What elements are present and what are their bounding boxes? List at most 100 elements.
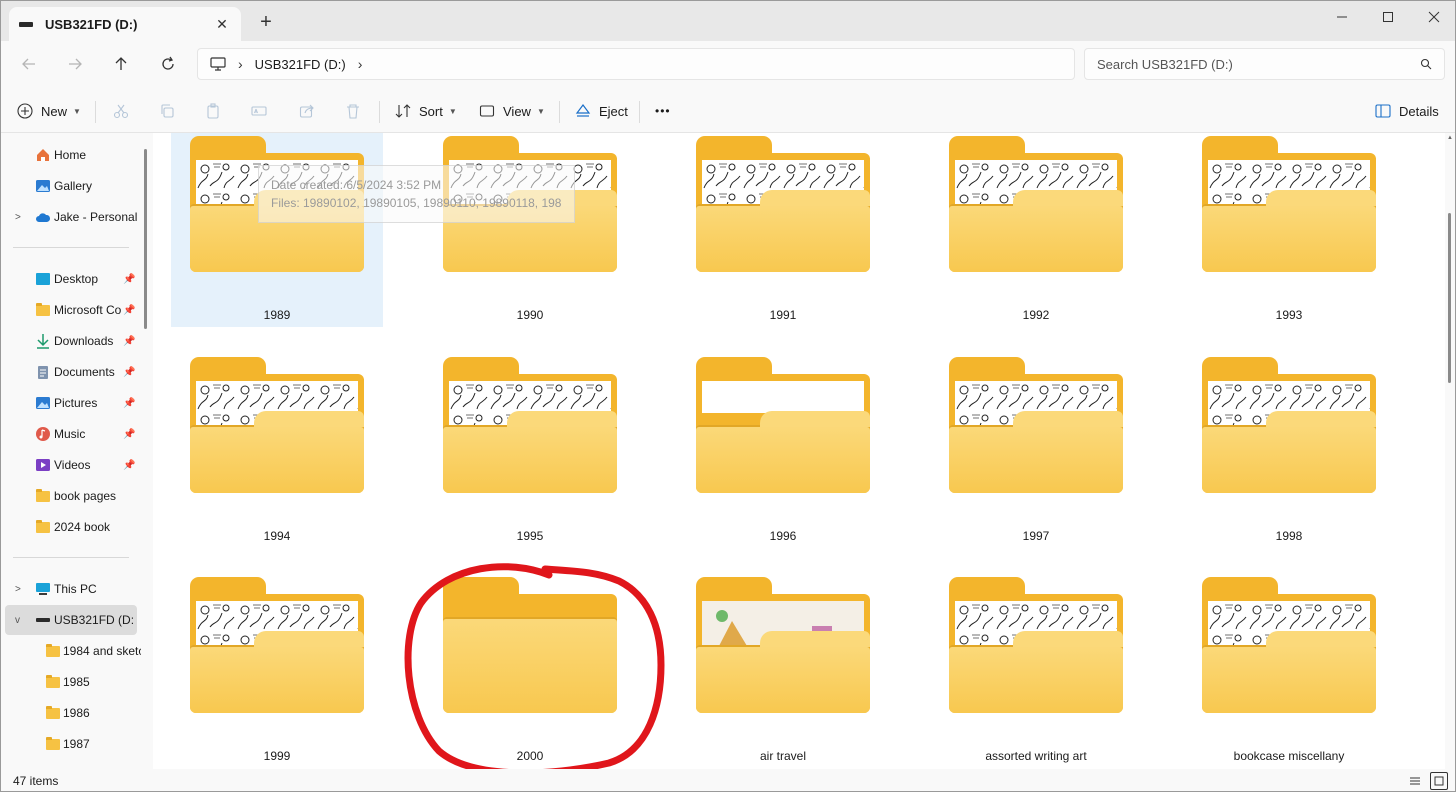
folder-tile[interactable]: 1999	[171, 574, 383, 768]
sidebar-subfolder[interactable]: 1985	[1, 667, 141, 697]
folder-tile[interactable]: bookcase miscellany	[1183, 574, 1395, 768]
folder-icon	[36, 302, 50, 316]
delete-button[interactable]	[339, 97, 367, 125]
folder-name: 1993	[1275, 308, 1303, 322]
sidebar-subfolder[interactable]: 1984 and sketc	[1, 636, 141, 666]
sidebar-item-2024-book[interactable]: 2024 book	[1, 512, 141, 542]
pin-icon[interactable]: 📌	[123, 336, 135, 347]
folder-tile[interactable]: air travel	[677, 574, 889, 768]
eject-button[interactable]: Eject	[575, 97, 628, 125]
folder-icon	[190, 357, 364, 493]
forward-button[interactable]	[61, 51, 89, 77]
divider	[379, 101, 380, 123]
eject-icon	[575, 104, 591, 117]
folder-icon	[46, 705, 60, 719]
sidebar-item-microsoft[interactable]: Microsoft Co 📌	[1, 295, 141, 325]
chevron-right-icon[interactable]: ›	[358, 56, 363, 72]
drive-icon	[19, 21, 33, 27]
sidebar-item-this-pc[interactable]: > This PC	[1, 574, 141, 604]
tiles-view-button[interactable]	[1430, 772, 1448, 790]
folder-tile[interactable]: 1993	[1183, 133, 1395, 327]
details-view-button[interactable]	[1406, 772, 1424, 790]
chevron-right-icon[interactable]: >	[15, 212, 21, 223]
music-icon	[36, 427, 50, 441]
details-button[interactable]: Details	[1375, 97, 1439, 125]
scrollbar-thumb[interactable]	[1448, 213, 1451, 383]
new-button[interactable]: New ▼	[17, 97, 81, 125]
sidebar-item-pictures[interactable]: Pictures 📌	[1, 388, 141, 418]
sidebar-subfolder[interactable]: 1986	[1, 698, 141, 728]
folder-name: 1998	[1275, 529, 1303, 543]
sidebar-item-gallery[interactable]: Gallery	[1, 171, 141, 201]
search-input[interactable]	[1097, 56, 1420, 72]
maximize-button[interactable]	[1365, 1, 1411, 33]
sidebar-item-label: book pages	[54, 489, 117, 503]
pin-icon[interactable]: 📌	[123, 398, 135, 409]
sidebar-item-desktop[interactable]: Desktop 📌	[1, 264, 141, 294]
folder-tile[interactable]: 1994	[171, 354, 383, 548]
folder-tile[interactable]: 1989	[171, 133, 383, 327]
back-button[interactable]	[15, 51, 43, 77]
folder-tile[interactable]: 1991	[677, 133, 889, 327]
folder-tile[interactable]: 1998	[1183, 354, 1395, 548]
folder-tile[interactable]: 1996	[677, 354, 889, 548]
sidebar-item-home[interactable]: Home	[1, 140, 141, 170]
share-button[interactable]	[293, 97, 321, 125]
search-box[interactable]	[1084, 48, 1445, 80]
sidebar-item-usb-drive[interactable]: v USB321FD (D:)	[5, 605, 137, 635]
folder-tile[interactable]: 1995	[424, 354, 636, 548]
folder-icon	[36, 488, 50, 502]
chevron-down-icon: ▼	[73, 106, 81, 116]
eject-label: Eject	[599, 103, 628, 119]
folder-icon	[443, 357, 617, 493]
cut-icon	[113, 104, 129, 119]
refresh-button[interactable]	[154, 51, 182, 77]
folder-tile[interactable]: 1997	[930, 354, 1142, 548]
pin-icon[interactable]: 📌	[123, 429, 135, 440]
plus-circle-icon	[17, 103, 33, 119]
sidebar-item-onedrive[interactable]: > Jake - Personal	[1, 202, 141, 232]
sort-button[interactable]: Sort ▼	[395, 97, 457, 125]
view-button[interactable]: View ▼	[479, 97, 545, 125]
breadcrumb-drive[interactable]: USB321FD (D:)	[255, 57, 346, 72]
chevron-right-icon[interactable]: >	[15, 584, 21, 595]
more-options-button[interactable]: •••	[655, 97, 671, 125]
pin-icon[interactable]: 📌	[123, 274, 135, 285]
pin-icon[interactable]: 📌	[123, 367, 135, 378]
cut-button[interactable]	[107, 97, 135, 125]
close-tab-button[interactable]: ✕	[213, 15, 231, 33]
address-bar[interactable]: › USB321FD (D:) ›	[197, 48, 1075, 80]
command-bar: New ▼ Sort ▼ View ▼ Eject ••• Details	[1, 87, 1455, 133]
chevron-down-icon[interactable]: v	[15, 615, 20, 626]
minimize-button[interactable]	[1319, 1, 1365, 33]
file-explorer-window: USB321FD (D:) ✕ + › USB321FD (D:) › Sear…	[0, 0, 1456, 792]
folder-name: 1989	[263, 308, 291, 322]
close-window-button[interactable]	[1411, 1, 1455, 33]
sidebar-item-videos[interactable]: Videos 📌	[1, 450, 141, 480]
sidebar-item-book-pages[interactable]: book pages	[1, 481, 141, 511]
tab-bar: USB321FD (D:) ✕ +	[1, 1, 1455, 41]
minimize-icon	[1337, 16, 1347, 18]
folder-icon	[949, 577, 1123, 713]
rename-button[interactable]	[245, 97, 273, 125]
tab-usb-drive[interactable]: USB321FD (D:) ✕	[9, 7, 241, 41]
sidebar-item-documents[interactable]: Documents 📌	[1, 357, 141, 387]
copy-button[interactable]	[153, 97, 181, 125]
sidebar-item-downloads[interactable]: Downloads 📌	[1, 326, 141, 356]
content-scrollbar[interactable]: ▲	[1445, 133, 1455, 769]
pin-icon[interactable]: 📌	[123, 305, 135, 316]
up-button[interactable]	[107, 51, 135, 77]
folder-tile[interactable]: 1992	[930, 133, 1142, 327]
sidebar-item-music[interactable]: Music 📌	[1, 419, 141, 449]
pin-icon[interactable]: 📌	[123, 460, 135, 471]
sidebar-item-label: USB321FD (D:)	[54, 613, 134, 627]
sidebar-subfolder[interactable]: 1987	[1, 729, 141, 759]
paste-button[interactable]	[199, 97, 227, 125]
new-tab-button[interactable]: +	[256, 12, 276, 33]
gallery-icon	[36, 180, 50, 192]
folder-tile[interactable]: 1990	[424, 133, 636, 327]
scroll-up-icon[interactable]: ▲	[1447, 135, 1453, 141]
sidebar-scrollbar[interactable]	[144, 149, 147, 329]
folder-tooltip: Date created: 6/5/2024 3:52 PM Files: 19…	[258, 165, 575, 223]
folder-tile[interactable]: assorted writing art	[930, 574, 1142, 768]
